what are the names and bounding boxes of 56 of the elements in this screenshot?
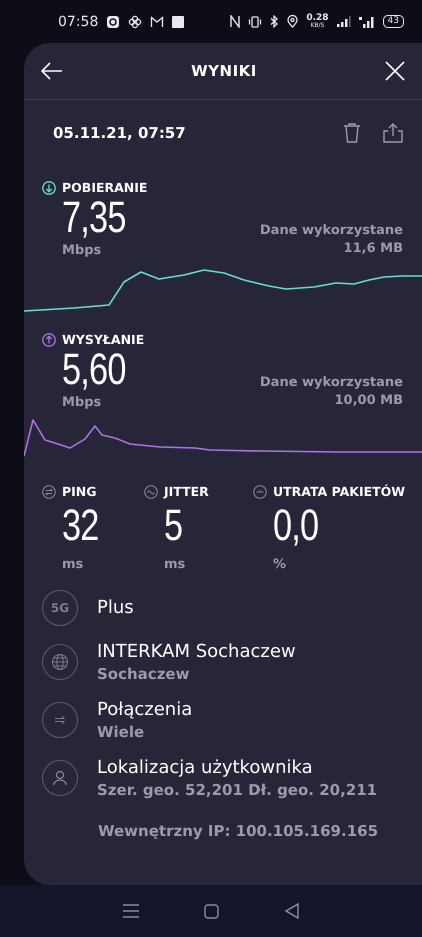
speed-label: POBIERANIE xyxy=(62,180,148,195)
back-nav-button[interactable] xyxy=(285,903,300,919)
share-button[interactable] xyxy=(382,122,404,144)
detail-title: Plus xyxy=(97,596,134,620)
speed-unit: Mbps xyxy=(62,395,102,410)
back-button[interactable] xyxy=(40,61,64,81)
vibrate-icon xyxy=(248,16,262,28)
delete-button[interactable] xyxy=(342,122,362,144)
ping-icon xyxy=(42,484,56,498)
nfc-icon xyxy=(230,15,240,28)
detail-title: INTERKAM Sochaczew xyxy=(97,640,296,664)
menu-button[interactable] xyxy=(122,904,139,918)
metric-unit: ms xyxy=(164,557,186,572)
metric-unit: ms xyxy=(62,557,84,572)
signal-icon xyxy=(336,16,351,27)
speed-label: WYSYŁANIE xyxy=(62,332,144,347)
app-notification-icon xyxy=(172,16,184,28)
speed-unit: Mbps xyxy=(62,243,102,258)
jitter-icon xyxy=(144,484,158,498)
detail-title: Lokalizacja użytkownika xyxy=(97,756,314,780)
speed-value: 7,35 xyxy=(62,195,126,241)
signal-icon xyxy=(358,16,375,28)
data-used-label: Dane wykorzystane xyxy=(260,374,403,392)
data-used-label: Dane wykorzystane xyxy=(260,222,403,240)
metric-value: 0,0 xyxy=(273,503,320,549)
fan-icon xyxy=(128,14,142,28)
detail-subtitle: Wiele xyxy=(97,722,146,742)
speed-value: 5,60 xyxy=(62,347,126,393)
packet-loss-icon xyxy=(253,484,267,498)
metric-unit: % xyxy=(273,557,288,572)
detail-subtitle: Sochaczew xyxy=(97,664,190,684)
battery-level: 43 xyxy=(382,15,404,28)
detail-title: Połączenia xyxy=(97,698,192,722)
network-speed: 0.28 xyxy=(306,14,329,23)
metric-label: JITTER xyxy=(164,484,209,499)
close-button[interactable] xyxy=(384,60,406,82)
globe-icon xyxy=(42,644,78,680)
location-icon xyxy=(287,15,298,28)
bluetooth-icon xyxy=(270,15,280,28)
metric-label: UTRATA PAKIETÓW xyxy=(273,484,406,499)
metric-label: PING xyxy=(62,484,97,499)
metric-value: 32 xyxy=(62,503,100,549)
home-button[interactable] xyxy=(204,904,220,918)
data-used-value: 11,6 MB xyxy=(344,240,403,258)
detail-subtitle: Szer. geo. 52,201 Dł. geo. 20,211 xyxy=(97,780,378,800)
mail-icon xyxy=(150,16,164,28)
network-type-badge: 5G xyxy=(42,590,78,626)
status-time: 07:58 xyxy=(58,14,98,30)
data-used-value: 10,00 MB xyxy=(334,392,403,410)
app-notification-icon xyxy=(106,14,120,28)
internal-ip: Wewnętrzny IP: 100.105.169.165 xyxy=(97,821,380,840)
metric-value: 5 xyxy=(164,503,184,549)
connections-icon xyxy=(42,702,78,738)
screen-title: WYNIKI xyxy=(191,62,257,80)
user-icon xyxy=(42,760,78,796)
result-date: 05.11.21, 07:57 xyxy=(53,124,187,142)
